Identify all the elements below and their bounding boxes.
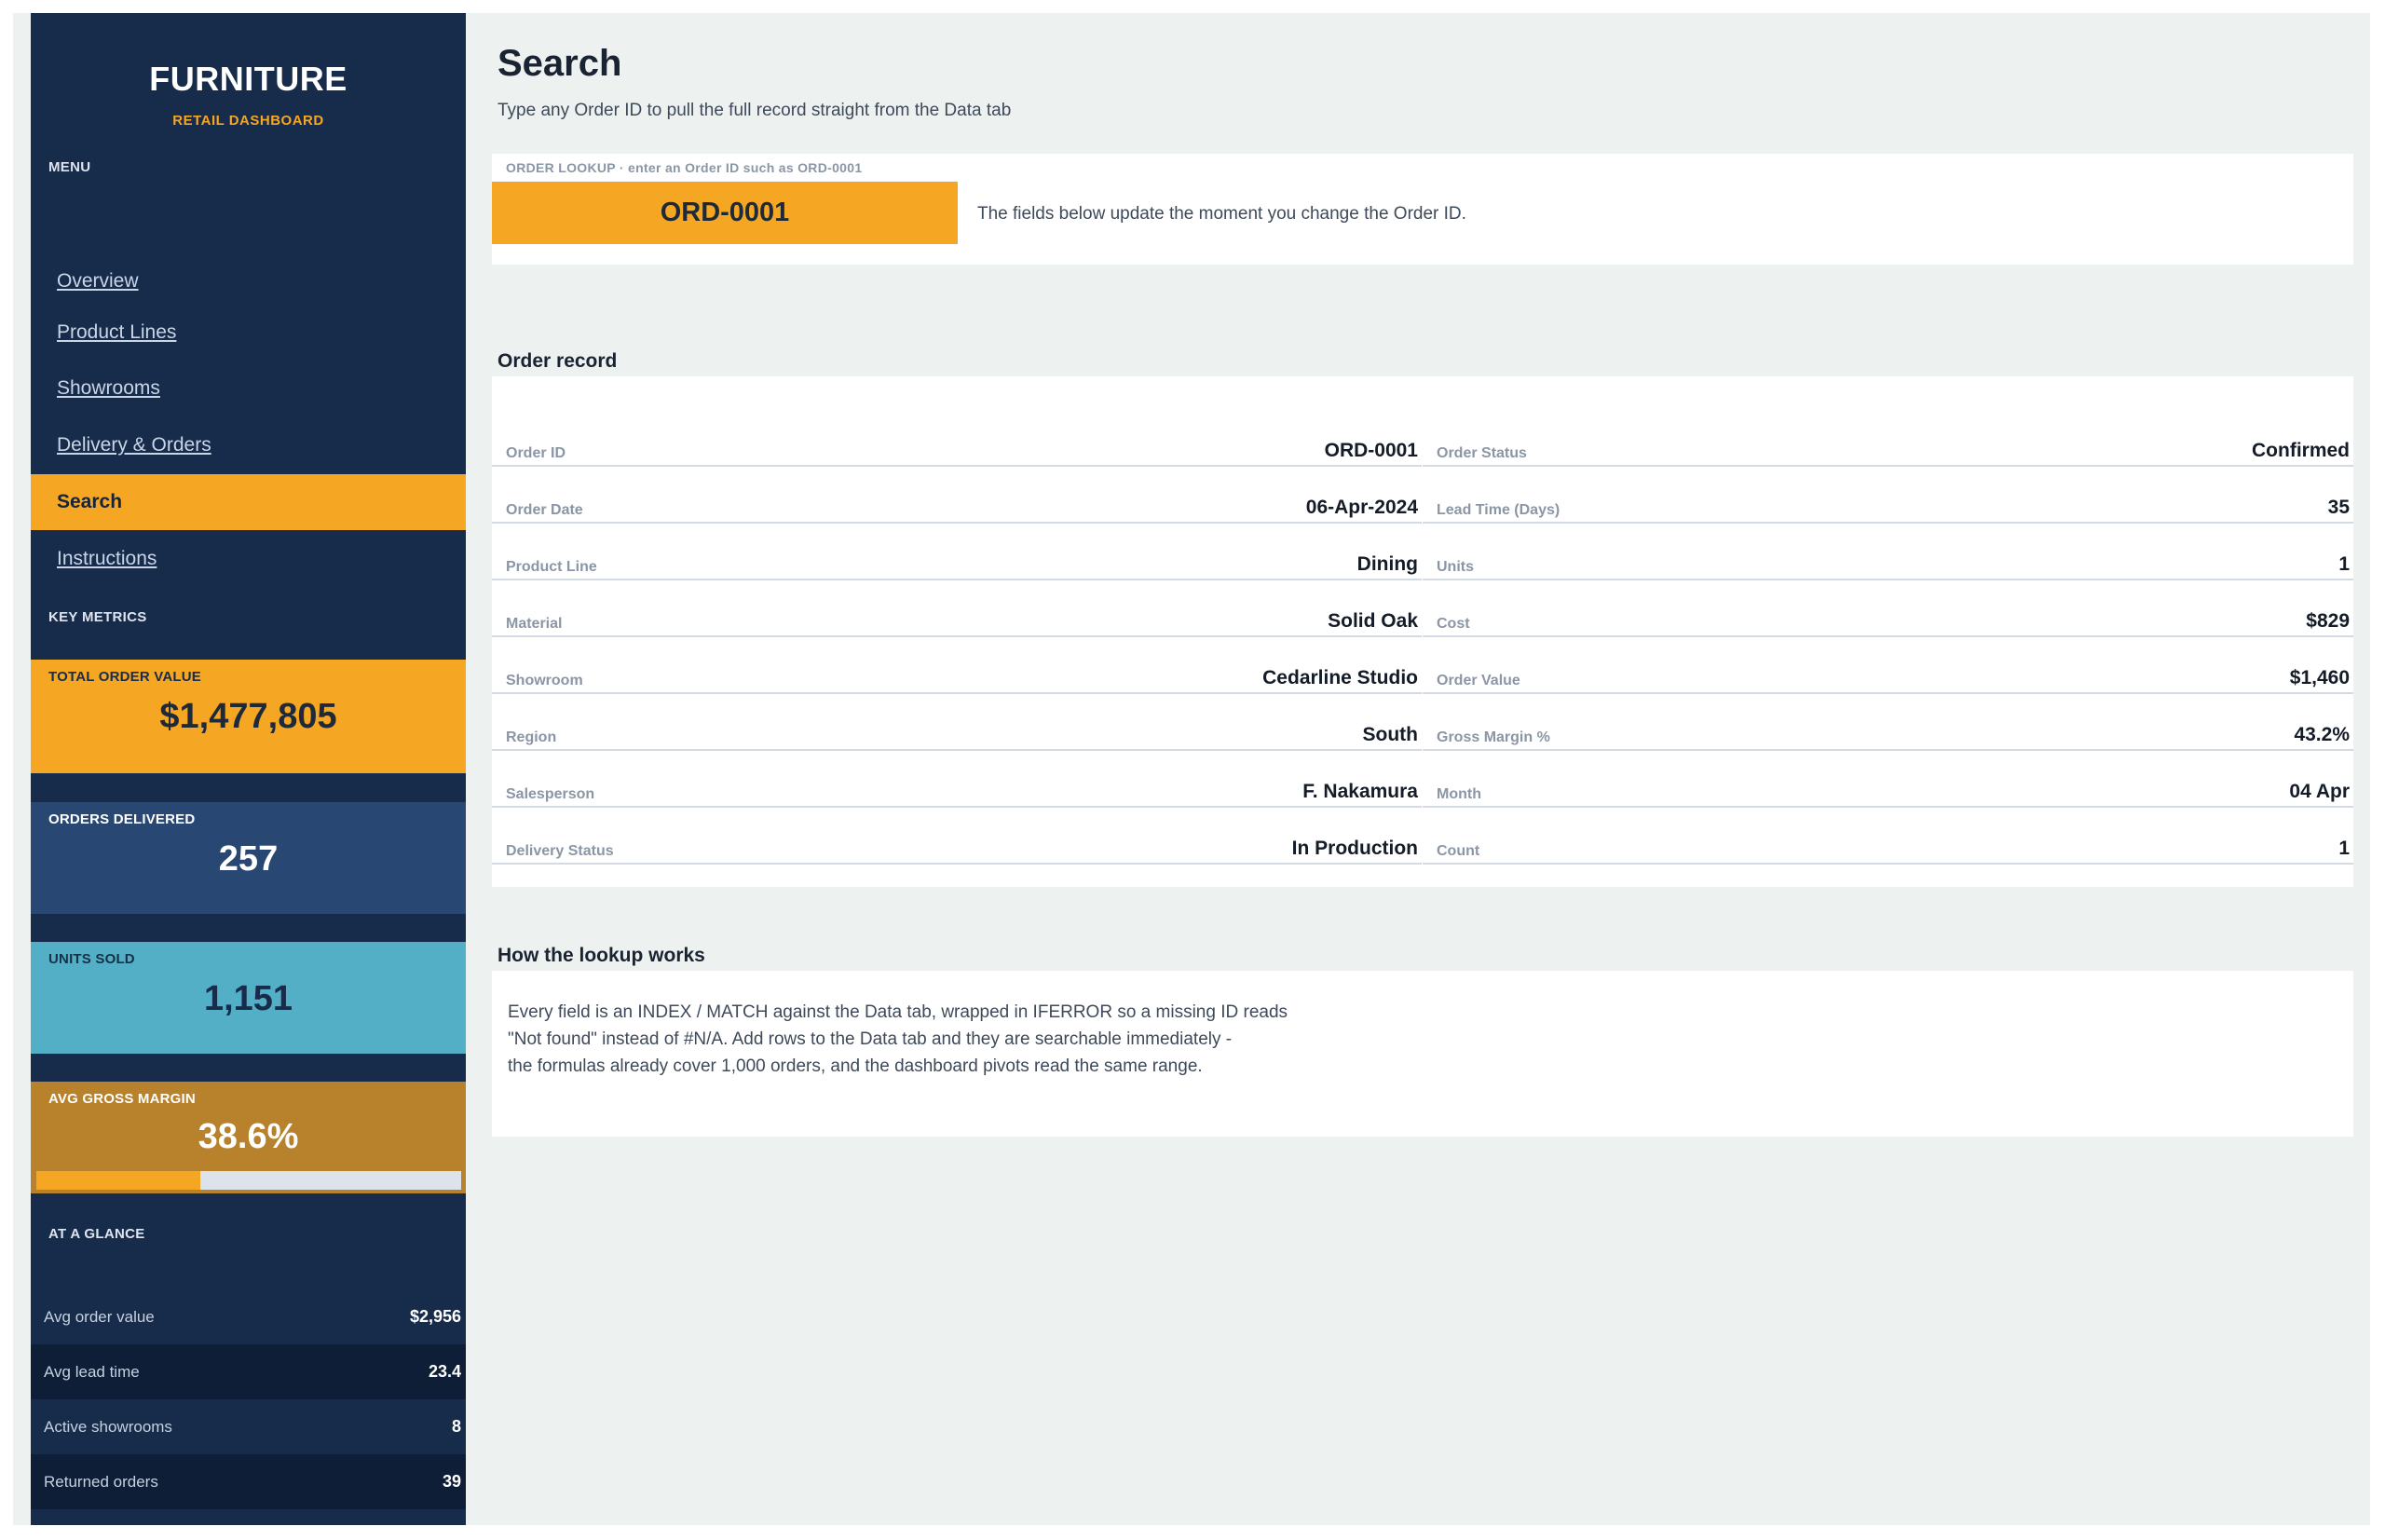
field-value: F. Nakamura <box>1302 781 1418 802</box>
field-label: Gross Margin % <box>1437 729 1550 745</box>
glance-value: 23.4 <box>428 1362 461 1381</box>
field-label: Delivery Status <box>506 843 614 859</box>
record-field-showroom: Showroom Cedarline Studio <box>492 637 1422 694</box>
order-lookup-note: The fields below update the moment you c… <box>977 204 1466 224</box>
nav-item-overview[interactable]: Overview <box>31 253 466 309</box>
order-record-card: Order ID ORD-0001 Order Date 06-Apr-2024… <box>492 376 2353 887</box>
glance-label: Avg order value <box>44 1307 155 1326</box>
how-text-line: the formulas already cover 1,000 orders,… <box>508 1056 1203 1076</box>
field-value: 04 Apr <box>2289 781 2350 802</box>
nav-item-delivery-orders[interactable]: Delivery & Orders <box>31 417 466 473</box>
field-value: 1 <box>2338 838 2350 859</box>
margin-progress-bar <box>36 1171 461 1190</box>
field-value: Confirmed <box>2252 440 2350 461</box>
record-field-material: Material Solid Oak <box>492 580 1422 637</box>
field-value: 35 <box>2327 497 2350 518</box>
field-value: In Production <box>1291 838 1418 859</box>
glance-label: Active showrooms <box>44 1417 172 1436</box>
record-field-units: Units 1 <box>1423 524 2353 580</box>
record-field-product-line: Product Line Dining <box>492 524 1422 580</box>
metric-avg-gross-margin: AVG GROSS MARGIN 38.6% <box>31 1082 466 1193</box>
field-value: Cedarline Studio <box>1262 667 1418 688</box>
brand-title: FURNITURE <box>149 60 348 98</box>
how-text-line: "Not found" instead of #N/A. Add rows to… <box>508 1029 1233 1049</box>
order-record-heading: Order record <box>497 350 618 372</box>
field-value: Solid Oak <box>1328 610 1418 632</box>
field-value: $1,460 <box>2289 667 2350 688</box>
glance-value: 8 <box>451 1417 461 1436</box>
nav-item-search[interactable]: Search <box>31 474 466 530</box>
field-label: Units <box>1437 559 1474 575</box>
margin-progress-fill <box>36 1171 201 1190</box>
glance-label: Returned orders <box>44 1472 158 1491</box>
metric-label: TOTAL ORDER VALUE <box>48 669 201 685</box>
glance-row-avg-order-value: Avg order value $2,956 <box>31 1289 466 1344</box>
field-label: Order Date <box>506 502 583 518</box>
record-field-order-value: Order Value $1,460 <box>1423 637 2353 694</box>
at-a-glance-label: AT A GLANCE <box>48 1226 145 1242</box>
metric-orders-delivered: ORDERS DELIVERED 257 <box>31 802 466 914</box>
metric-units-sold: UNITS SOLD 1,151 <box>31 942 466 1054</box>
record-field-cost: Cost $829 <box>1423 580 2353 637</box>
record-field-count: Count 1 <box>1423 808 2353 865</box>
metric-total-order-value: TOTAL ORDER VALUE $1,477,805 <box>31 660 466 773</box>
key-metrics-label: KEY METRICS <box>48 609 147 625</box>
field-label: Cost <box>1437 616 1470 632</box>
sidebar: FURNITURE RETAIL DASHBOARD MENU Overview… <box>31 13 466 1525</box>
how-text-line: Every field is an INDEX / MATCH against … <box>508 1002 1288 1022</box>
metric-label: ORDERS DELIVERED <box>48 811 196 827</box>
field-label: Month <box>1437 786 1481 802</box>
field-value: $829 <box>2306 610 2350 632</box>
field-label: Salesperson <box>506 786 595 802</box>
record-field-order-id: Order ID ORD-0001 <box>492 410 1422 467</box>
field-value: 1 <box>2338 553 2350 575</box>
glance-row-avg-lead-time: Avg lead time 23.4 <box>31 1344 466 1399</box>
page-subtitle: Type any Order ID to pull the full recor… <box>497 101 1012 120</box>
order-lookup-label: ORDER LOOKUP · enter an Order ID such as… <box>506 160 863 175</box>
menu-label: MENU <box>48 159 91 175</box>
field-value: Dining <box>1356 553 1418 575</box>
metric-label: AVG GROSS MARGIN <box>48 1091 196 1107</box>
metric-value: 38.6% <box>198 1117 299 1156</box>
record-field-lead-time: Lead Time (Days) 35 <box>1423 467 2353 524</box>
nav-item-showrooms[interactable]: Showrooms <box>31 361 466 416</box>
record-field-month: Month 04 Apr <box>1423 751 2353 808</box>
field-value: ORD-0001 <box>1324 440 1418 461</box>
glance-value: 39 <box>442 1472 461 1491</box>
record-field-gross-margin: Gross Margin % 43.2% <box>1423 694 2353 751</box>
field-value: 43.2% <box>2294 724 2350 745</box>
metric-value: $1,477,805 <box>159 697 337 736</box>
metric-value: 1,151 <box>203 979 293 1018</box>
record-field-region: Region South <box>492 694 1422 751</box>
how-lookup-works-heading: How the lookup works <box>497 945 705 966</box>
field-label: Order ID <box>506 445 566 461</box>
brand-subtitle: RETAIL DASHBOARD <box>172 113 324 129</box>
field-label: Count <box>1437 843 1480 859</box>
field-value: 06-Apr-2024 <box>1305 497 1418 518</box>
metric-label: UNITS SOLD <box>48 951 135 967</box>
record-field-salesperson: Salesperson F. Nakamura <box>492 751 1422 808</box>
glance-row-returned-orders: Returned orders 39 <box>31 1454 466 1509</box>
glance-row-active-showrooms: Active showrooms 8 <box>31 1399 466 1454</box>
record-field-order-date: Order Date 06-Apr-2024 <box>492 467 1422 524</box>
order-id-input[interactable] <box>492 182 958 244</box>
record-field-order-status: Order Status Confirmed <box>1423 410 2353 467</box>
field-label: Product Line <box>506 559 597 575</box>
metric-value: 257 <box>218 839 279 879</box>
field-label: Material <box>506 616 563 632</box>
field-label: Order Value <box>1437 673 1520 688</box>
field-label: Region <box>506 729 557 745</box>
nav-item-instructions[interactable]: Instructions <box>31 531 466 587</box>
glance-label: Avg lead time <box>44 1362 140 1381</box>
field-label: Lead Time (Days) <box>1437 502 1560 518</box>
field-label: Order Status <box>1437 445 1527 461</box>
nav-item-product-lines[interactable]: Product Lines <box>31 305 466 361</box>
field-label: Showroom <box>506 673 583 688</box>
field-value: South <box>1362 724 1418 745</box>
order-lookup-card: ORDER LOOKUP · enter an Order ID such as… <box>492 154 2353 265</box>
page-title: Search <box>497 43 622 84</box>
how-lookup-works-card: Every field is an INDEX / MATCH against … <box>492 971 2353 1137</box>
record-field-delivery-status: Delivery Status In Production <box>492 808 1422 865</box>
glance-value: $2,956 <box>409 1307 461 1326</box>
